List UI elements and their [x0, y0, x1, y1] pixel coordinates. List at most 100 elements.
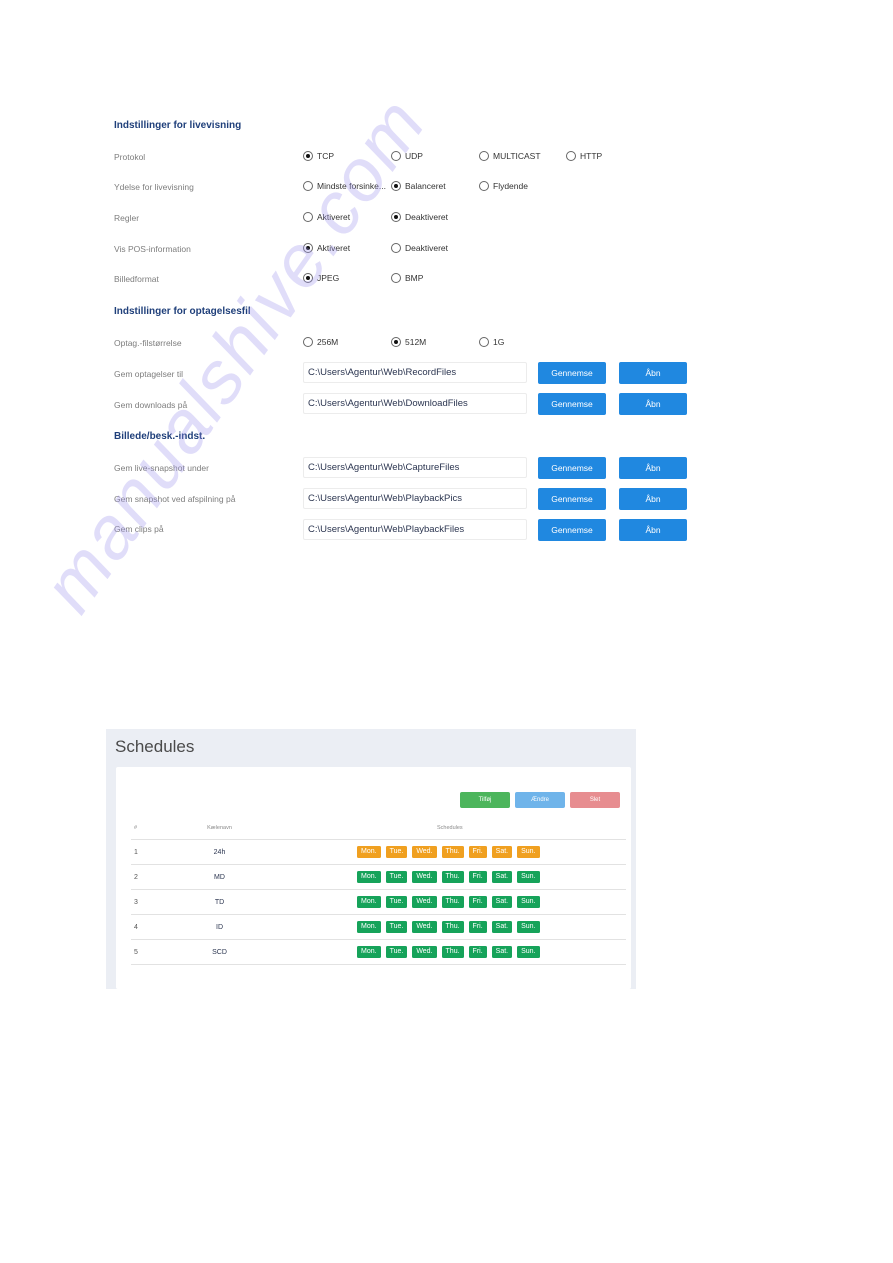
live-snapshot-path-input[interactable] [303, 457, 527, 478]
day-tag[interactable]: Wed. [412, 896, 437, 908]
day-tag[interactable]: Tue. [385, 846, 408, 858]
day-tag[interactable]: Thu. [441, 871, 464, 883]
table-row[interactable]: 5 SCD Mon. Tue. Wed. Thu. Fri. Sat. Sun. [131, 939, 626, 965]
day-tag[interactable]: Fri. [468, 871, 487, 883]
radio-performance-min-delay[interactable]: Mindste forsinke... [303, 181, 386, 191]
day-tag[interactable]: Mon. [357, 871, 381, 883]
day-tag[interactable]: Tue. [385, 871, 408, 883]
row-name: ID [142, 914, 297, 940]
day-tag[interactable]: Sat. [491, 846, 513, 858]
browse-clips-button[interactable]: Gennemse [538, 519, 606, 541]
radio-unchecked-icon [479, 151, 489, 161]
day-tag[interactable]: Sat. [491, 871, 513, 883]
day-tag[interactable]: Sun. [517, 871, 540, 883]
day-tag[interactable]: Wed. [412, 846, 437, 858]
row-name: 24h [142, 839, 297, 865]
table-row[interactable]: 2 MD Mon. Tue. Wed. Thu. Fri. Sat. Sun. [131, 864, 626, 890]
day-tag[interactable]: Thu. [441, 921, 464, 933]
column-header-name: Kælenavn [142, 817, 297, 840]
row-number: 2 [131, 864, 142, 890]
schedules-table-body: 1 24h Mon. Tue. Wed. Thu. Fri. Sat. Sun. 2 MD Mon. T… [131, 839, 626, 965]
open-live-snapshot-button[interactable]: Åbn [619, 457, 687, 479]
browse-downloads-button[interactable]: Gennemse [538, 393, 606, 415]
table-row[interactable]: 4 ID Mon. Tue. Wed. Thu. Fri. Sat. Sun. [131, 914, 626, 940]
day-tag[interactable]: Sun. [517, 896, 540, 908]
radio-rules-disabled[interactable]: Deaktiveret [391, 212, 448, 222]
protocol-label: Protokol [114, 152, 146, 162]
day-tag[interactable]: Thu. [441, 896, 464, 908]
radio-pos-disabled[interactable]: Deaktiveret [391, 243, 448, 253]
day-tag[interactable]: Fri. [468, 921, 487, 933]
radio-protocol-tcp[interactable]: TCP [303, 151, 334, 161]
radio-unchecked-icon [566, 151, 576, 161]
radio-label: Aktiveret [317, 243, 351, 253]
open-playback-snapshot-button[interactable]: Åbn [619, 488, 687, 510]
day-tag[interactable]: Mon. [357, 846, 381, 858]
radio-protocol-udp[interactable]: UDP [391, 151, 423, 161]
day-tag[interactable]: Sat. [491, 946, 513, 958]
radio-performance-fluent[interactable]: Flydende [479, 181, 528, 191]
row-schedule-days: Mon. Tue. Wed. Thu. Fri. Sat. Sun. [297, 839, 626, 865]
day-tag[interactable]: Sun. [517, 921, 540, 933]
add-schedule-button[interactable]: Tilføj [460, 792, 510, 808]
day-tag[interactable]: Sun. [517, 946, 540, 958]
clips-path-input[interactable] [303, 519, 527, 540]
column-header-number: # [131, 817, 142, 840]
record-file-title: Indstillinger for optagelsesfil [114, 306, 251, 317]
day-tag[interactable]: Fri. [468, 846, 487, 858]
row-name: SCD [142, 939, 297, 965]
day-tag[interactable]: Wed. [412, 871, 437, 883]
table-row[interactable]: 3 TD Mon. Tue. Wed. Thu. Fri. Sat. Sun. [131, 889, 626, 915]
radio-protocol-multicast[interactable]: MULTICAST [479, 151, 541, 161]
save-downloads-path-input[interactable] [303, 393, 527, 414]
day-tag[interactable]: Tue. [385, 946, 408, 958]
playback-snapshot-label: Gem snapshot ved afspilning på [114, 494, 236, 504]
radio-performance-balanced[interactable]: Balanceret [391, 181, 446, 191]
day-tag[interactable]: Fri. [468, 946, 487, 958]
watermark: manualshive.com [26, 82, 442, 627]
row-number: 4 [131, 914, 142, 940]
day-tag[interactable]: Sat. [491, 896, 513, 908]
edit-schedule-button[interactable]: Ændre [515, 792, 565, 808]
day-tag[interactable]: Thu. [441, 946, 464, 958]
radio-size-512m[interactable]: 512M [391, 337, 426, 347]
day-tag[interactable]: Wed. [412, 921, 437, 933]
radio-label: 1G [493, 337, 505, 347]
open-downloads-button[interactable]: Åbn [619, 393, 687, 415]
radio-size-256m[interactable]: 256M [303, 337, 338, 347]
radio-label: 512M [405, 337, 427, 347]
browse-recordings-button[interactable]: Gennemse [538, 362, 606, 384]
day-tag[interactable]: Sun. [517, 846, 540, 858]
day-tag[interactable]: Tue. [385, 896, 408, 908]
day-tag[interactable]: Mon. [357, 896, 381, 908]
day-tag[interactable]: Tue. [385, 921, 408, 933]
day-tag[interactable]: Mon. [357, 946, 381, 958]
radio-unchecked-icon [479, 181, 489, 191]
browse-playback-snapshot-button[interactable]: Gennemse [538, 488, 606, 510]
day-tag[interactable]: Thu. [441, 846, 464, 858]
row-name: MD [142, 864, 297, 890]
radio-label: 256M [317, 337, 339, 347]
day-tag[interactable]: Fri. [468, 896, 487, 908]
radio-label: Deaktiveret [405, 243, 448, 253]
table-row[interactable]: 1 24h Mon. Tue. Wed. Thu. Fri. Sat. Sun. [131, 839, 626, 865]
open-clips-button[interactable]: Åbn [619, 519, 687, 541]
radio-unchecked-icon [391, 273, 401, 283]
live-view-title: Indstillinger for livevisning [114, 120, 242, 131]
radio-size-1g[interactable]: 1G [479, 337, 504, 347]
open-recordings-button[interactable]: Åbn [619, 362, 687, 384]
playback-snapshot-path-input[interactable] [303, 488, 527, 509]
schedules-panel: Schedules Tilføj Ændre Slet # Kælenavn S… [106, 729, 636, 989]
day-tag[interactable]: Mon. [357, 921, 381, 933]
radio-format-bmp[interactable]: BMP [391, 273, 423, 283]
radio-pos-enabled[interactable]: Aktiveret [303, 243, 350, 253]
delete-schedule-button[interactable]: Slet [570, 792, 620, 808]
radio-label: Mindste forsinke... [317, 181, 386, 191]
day-tag[interactable]: Wed. [412, 946, 437, 958]
radio-protocol-http[interactable]: HTTP [566, 151, 602, 161]
browse-live-snapshot-button[interactable]: Gennemse [538, 457, 606, 479]
save-recordings-path-input[interactable] [303, 362, 527, 383]
radio-format-jpeg[interactable]: JPEG [303, 273, 339, 283]
day-tag[interactable]: Sat. [491, 921, 513, 933]
radio-rules-enabled[interactable]: Aktiveret [303, 212, 350, 222]
